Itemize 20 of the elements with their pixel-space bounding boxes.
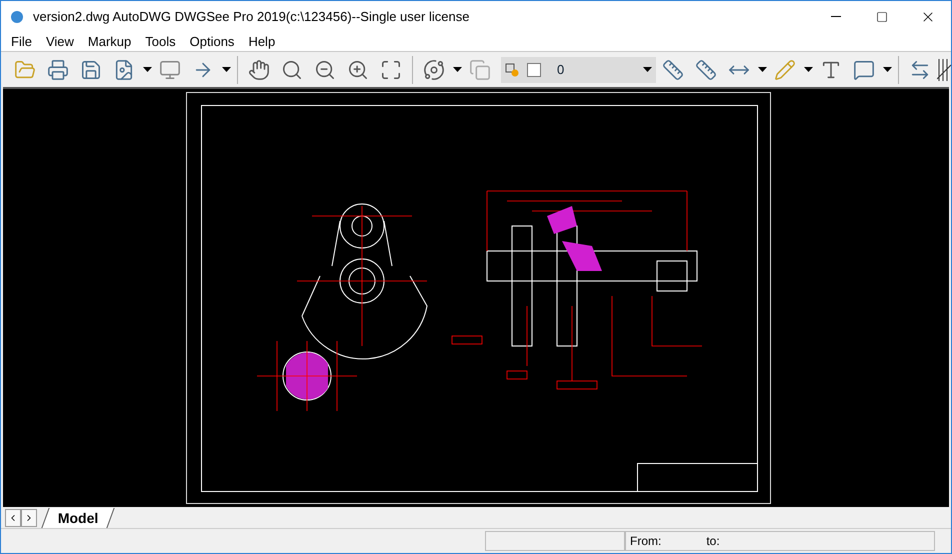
app-logo-icon	[9, 8, 25, 24]
layer-name: 0	[557, 60, 564, 79]
from-label: From:	[630, 533, 662, 550]
menu-item[interactable]: Tools	[143, 32, 178, 52]
layer-color-swatch	[527, 62, 541, 76]
menu-item[interactable]: Help	[246, 32, 278, 52]
hatch-icon	[937, 58, 951, 80]
scroll-left-button[interactable]	[5, 508, 21, 526]
maximize-icon	[876, 10, 888, 22]
menu-item[interactable]: Markup	[86, 32, 134, 52]
layout-tab[interactable]: Model	[41, 508, 116, 528]
dropdown-caret-icon	[643, 67, 652, 72]
window-title: version2.dwg AutoDWG DWGSee Pro 2019(c:\123456)--Single user license	[33, 8, 470, 26]
menu-item[interactable]: Options	[188, 32, 236, 52]
menu-item[interactable]: View	[44, 32, 76, 52]
scroll-right-button[interactable]	[21, 508, 37, 526]
layer-dropdown[interactable]: 0	[501, 56, 656, 82]
menu-item[interactable]: File	[9, 32, 34, 52]
to-label: to:	[706, 533, 720, 550]
minimize-icon	[831, 16, 841, 17]
